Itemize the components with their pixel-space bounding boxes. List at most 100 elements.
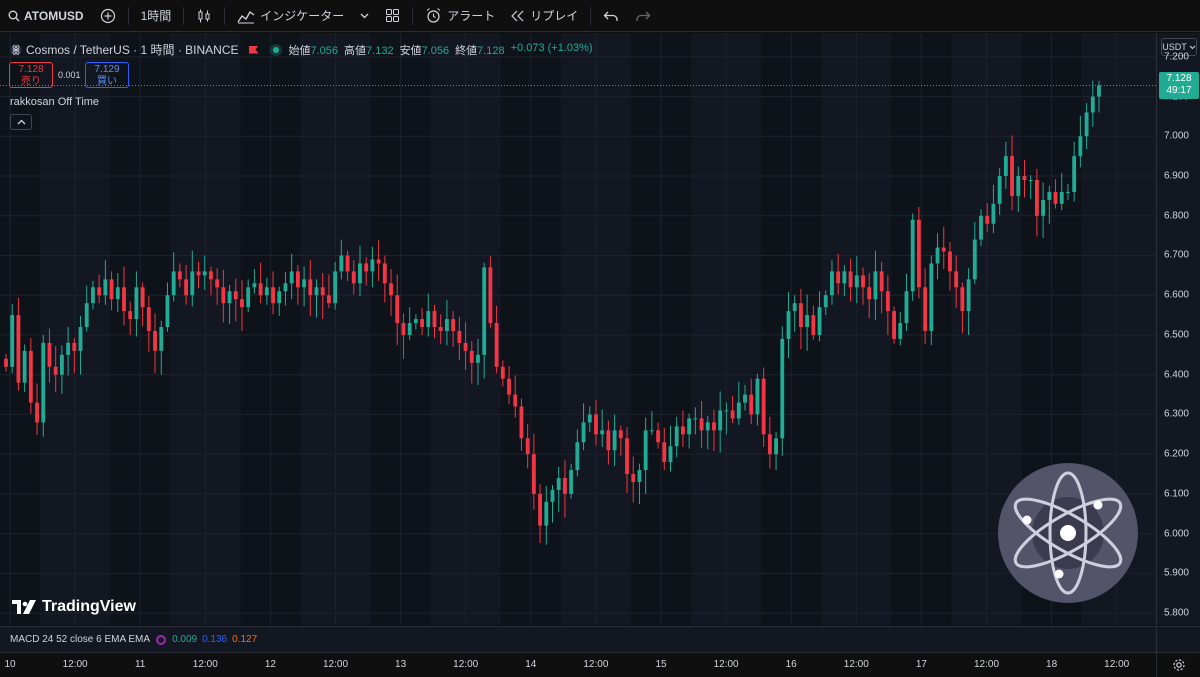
indicators-dropdown[interactable] [352,0,377,32]
candle-body [811,315,816,335]
undo-button[interactable] [595,0,627,32]
candle-body [438,327,443,331]
candle-body [861,275,865,288]
macd-value-histogram: 0.009 [172,634,198,645]
candle-body [134,287,139,320]
candle-body [215,279,220,288]
candle-body [59,354,64,375]
price-tick-label: 6.200 [1163,448,1189,460]
candle-body [1066,191,1070,193]
symbol-search-button[interactable]: ATOMUSD [0,0,92,32]
candle-body [146,307,151,331]
divider [183,6,185,25]
buy-button[interactable]: 7.129 買い [85,62,129,88]
candle-body [867,287,872,300]
candle-body [252,283,257,288]
ohlc-values: 始値7.056 高値7.132 安値7.056 終値7.128 +0.073 (… [289,42,593,58]
compare-symbol-button[interactable] [92,0,124,32]
redo-button[interactable] [627,0,659,32]
candle-body [41,342,46,423]
price-tick-label: 6.600 [1163,289,1189,301]
candle-body [494,323,499,367]
high-label: 高値 [344,44,367,57]
macd-label[interactable]: MACD 24 52 close 6 EMA EMA [10,634,150,645]
price-tick-label: 5.900 [1163,567,1189,579]
candle-body [327,295,331,304]
candle-body [680,426,685,435]
candle-body [1078,136,1083,157]
buy-label: 買い [97,76,117,87]
candle-body [519,406,524,439]
candle-body [873,271,878,300]
last-price-label: 7.128 49:17 [1159,72,1199,100]
price-tick-label: 6.300 [1163,408,1189,420]
interval-button[interactable]: 1時間 [133,0,180,32]
candle-body [258,283,263,296]
candle-body [966,279,971,312]
candle-body [320,287,325,296]
replay-button[interactable]: リプレイ [503,0,586,32]
candle-body [550,489,555,502]
low-label: 安値 [399,44,422,57]
time-tick-label: 13 [395,659,407,670]
indicators-button[interactable]: インジケーター [229,0,352,32]
candle-body [109,279,114,300]
price-tick-label: 6.000 [1163,528,1189,540]
candle-body [594,414,598,435]
candle-body [1034,180,1039,216]
time-tick-label: 12:00 [583,659,609,670]
indicator-label[interactable]: rakkosan Off Time [10,96,99,108]
layouts-button[interactable] [377,0,408,32]
time-tick-label: 12:00 [192,659,218,670]
indicators-label: インジケーター [260,9,345,23]
price-tick-label: 5.800 [1163,607,1189,619]
candle-body [1016,176,1021,196]
chart-settings-button[interactable] [1156,652,1200,677]
time-tick-label: 18 [1046,659,1058,670]
candle-body [575,442,580,471]
candle-body [507,378,511,395]
candle-body [339,255,344,272]
candle-body [774,438,778,455]
chart-type-button[interactable] [188,0,220,32]
sell-button[interactable]: 7.128 売り [9,62,53,88]
candle-body [283,283,288,292]
candle-body [426,311,431,328]
alert-button[interactable]: アラート [417,0,503,32]
chevron-down-icon [1189,45,1196,49]
candle-body [196,271,201,276]
last-price-value: 7.128 [1166,73,1192,85]
candle-body [798,303,803,328]
candle-body [569,470,574,494]
candle-body [904,291,909,324]
time-tick-label: 16 [785,659,797,670]
candle-body [382,263,387,284]
candle-body [929,263,934,331]
candle-body [1053,191,1058,204]
price-axis[interactable]: USDT 7.2007.1007.0006.9006.8006.7006.600… [1156,33,1200,625]
candle-body [954,271,959,288]
candle-body [22,350,27,383]
collapse-indicators-button[interactable] [10,114,32,130]
candle-body [53,366,58,375]
candle-body [78,327,83,351]
price-tick-label: 6.800 [1163,210,1189,222]
macd-pane[interactable]: MACD 24 52 close 6 EMA EMA 0.009 0.136 0… [0,626,1156,652]
candle-body [264,287,269,296]
candle-body [755,378,760,415]
spread-value: 0.001 [58,70,81,80]
market-status-icon[interactable] [272,46,279,53]
tradingview-logo[interactable]: TradingView [12,598,136,616]
candle-body [935,247,940,264]
time-axis[interactable]: 10 12:00 11 12:00 12 12:00 13 12:00 14 12:00 15 12:… [0,652,1156,677]
grid-icon [386,9,400,22]
symbol-title[interactable]: Cosmos / TetherUS · 1 時間 · BINANCE [26,41,239,58]
price-chart[interactable]: Cosmos / TetherUS · 1 時間 · BINANCE 始値7.0… [0,33,1156,625]
candle-body [128,311,133,320]
candle-body [457,330,462,343]
candle-body [277,291,282,304]
low-value: 7.056 [421,44,450,57]
candle-body [767,434,772,455]
refresh-icon[interactable] [156,634,167,645]
time-tick-label: 12:00 [713,659,739,670]
